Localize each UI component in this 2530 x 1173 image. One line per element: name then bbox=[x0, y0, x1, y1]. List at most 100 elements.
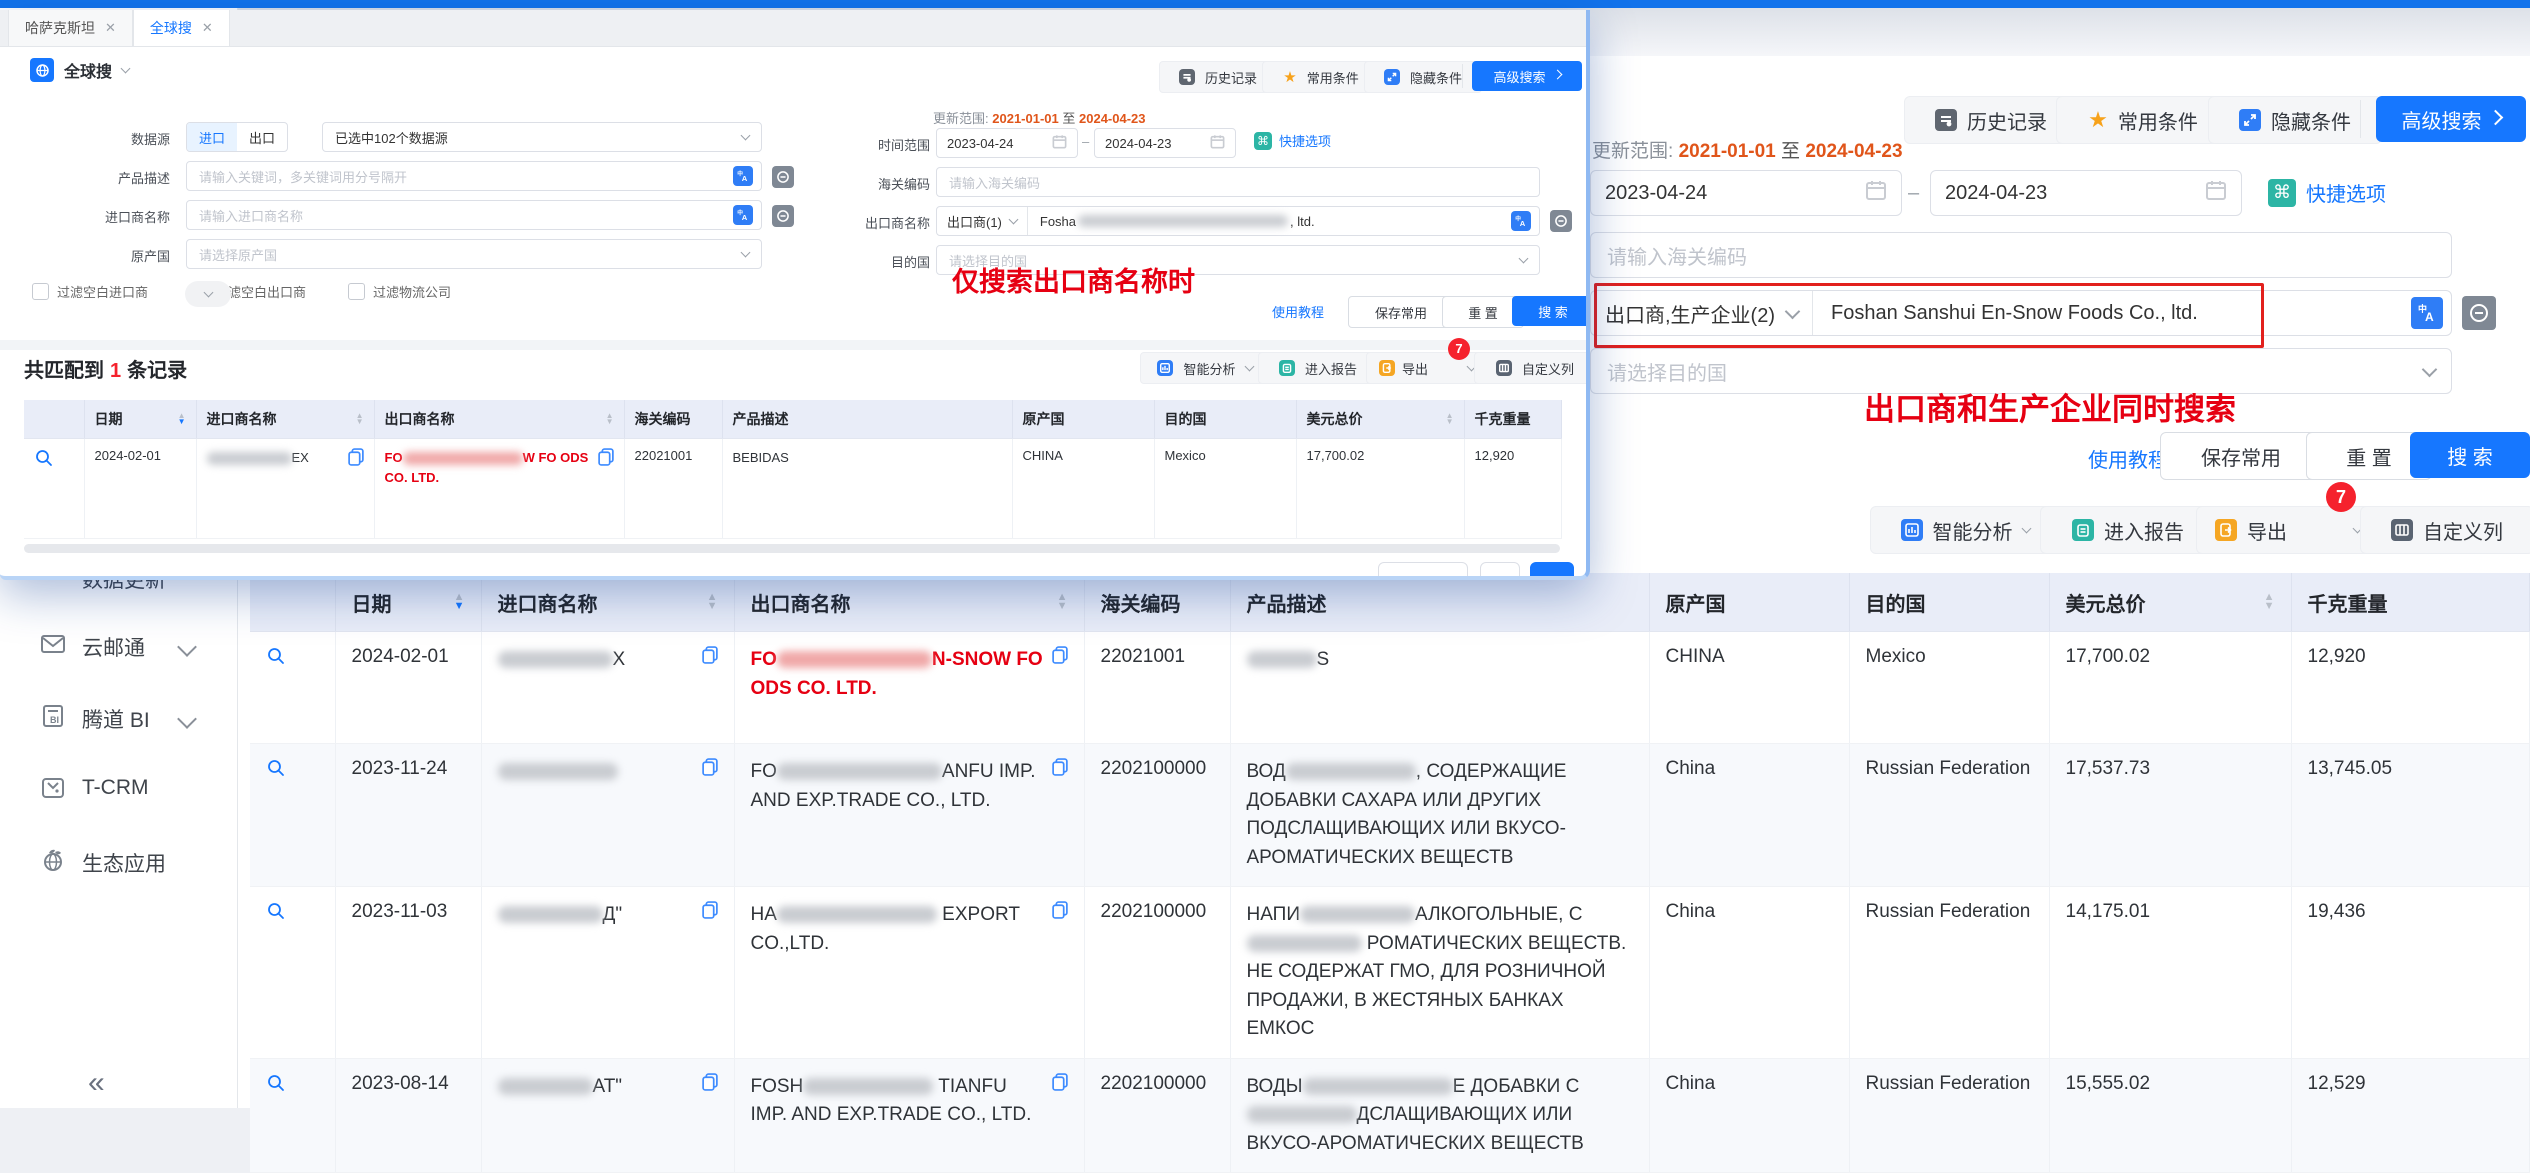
search-button[interactable]: 搜 索 bbox=[1512, 296, 1590, 326]
sidebar-collapse-icon[interactable]: « bbox=[88, 1066, 101, 1100]
pagination-partial[interactable] bbox=[1480, 562, 1520, 580]
sort-icons[interactable]: ▲▼ bbox=[178, 413, 186, 426]
translate-icon[interactable]: 中A bbox=[733, 166, 753, 186]
column-header[interactable]: 进口商名称▲▼ bbox=[196, 400, 374, 439]
quick-options-link[interactable]: ⌘ 快捷选项 bbox=[1254, 131, 1331, 150]
smart-analysis-button[interactable]: 智能分析 bbox=[1870, 506, 2060, 554]
horizontal-scrollbar[interactable] bbox=[24, 544, 1560, 553]
importer-name-input[interactable]: 请输入进口商名称 中A bbox=[186, 200, 762, 230]
calendar-icon[interactable] bbox=[2205, 179, 2227, 207]
column-header[interactable]: 出口商名称▲▼ bbox=[374, 400, 624, 439]
copy-icon[interactable] bbox=[702, 646, 718, 670]
sort-icons[interactable]: ▲▼ bbox=[1057, 593, 1068, 611]
tab-global-search[interactable]: 全球搜 ✕ bbox=[133, 10, 230, 46]
import-toggle[interactable]: 进口 bbox=[187, 123, 237, 151]
history-button[interactable]: 历史记录 bbox=[1159, 61, 1277, 93]
close-icon[interactable]: ✕ bbox=[105, 20, 116, 36]
expand-form-button[interactable] bbox=[185, 281, 231, 307]
sidebar-item-t-crm[interactable]: T-CRM bbox=[0, 772, 237, 806]
copy-icon[interactable] bbox=[1052, 901, 1068, 925]
translate-icon[interactable]: 中A bbox=[733, 205, 753, 225]
date-from-input[interactable]: 2023-04-24 bbox=[936, 128, 1078, 158]
datasource-direction-toggle[interactable]: 进口 出口 bbox=[186, 122, 288, 152]
row-search-icon[interactable] bbox=[34, 448, 54, 468]
hide-conditions-button[interactable]: 隐藏条件 bbox=[2208, 96, 2382, 144]
row-search-icon[interactable] bbox=[266, 1073, 286, 1093]
product-desc-input[interactable]: 请输入关键词，多关键词用分号隔开 中A bbox=[186, 161, 762, 191]
export-button[interactable]: 导出 bbox=[1366, 352, 1488, 384]
date-to-input[interactable]: 2024-04-23 bbox=[1930, 170, 2242, 216]
filter-blank-importer-checkbox[interactable]: 过滤空白进口商 bbox=[32, 282, 148, 301]
copy-icon[interactable] bbox=[702, 901, 718, 925]
row-search-icon[interactable] bbox=[266, 758, 286, 778]
calendar-icon[interactable] bbox=[1210, 134, 1225, 152]
sort-icons[interactable]: ▲▼ bbox=[454, 593, 465, 611]
copy-icon[interactable] bbox=[1052, 758, 1068, 782]
column-header[interactable]: 进口商名称▲▼ bbox=[481, 573, 734, 632]
exclude-search-icon[interactable] bbox=[2462, 296, 2496, 330]
copy-icon[interactable] bbox=[598, 448, 614, 469]
column-header[interactable]: 美元总价▲▼ bbox=[1296, 400, 1464, 439]
translate-icon[interactable]: 中A bbox=[2411, 297, 2443, 329]
sort-icons[interactable]: ▲▼ bbox=[707, 593, 718, 611]
exclude-search-icon[interactable] bbox=[1550, 210, 1572, 232]
export-button[interactable]: 导出 bbox=[2196, 506, 2380, 554]
calendar-icon[interactable] bbox=[1052, 134, 1067, 152]
copy-icon[interactable] bbox=[348, 448, 364, 469]
pagination-current-page[interactable] bbox=[1530, 562, 1574, 580]
smart-analysis-button[interactable]: 智能分析 bbox=[1140, 352, 1270, 384]
history-button[interactable]: 历史记录 bbox=[1904, 96, 2078, 144]
filter-logistics-checkbox[interactable]: 过滤物流公司 bbox=[348, 282, 451, 301]
tab-kazakhstan[interactable]: 哈萨克斯坦 ✕ bbox=[8, 10, 133, 46]
advanced-search-button[interactable]: 高级搜索 bbox=[2376, 96, 2526, 142]
tutorial-link[interactable]: 使用教程 bbox=[1272, 302, 1324, 321]
custom-columns-button[interactable]: 自定义列 bbox=[1474, 352, 1590, 384]
sidebar-item-eco-apps[interactable]: 生态应用 bbox=[0, 844, 237, 878]
sort-icons[interactable]: ▲▼ bbox=[1446, 413, 1454, 426]
column-header[interactable]: 日期▲▼ bbox=[84, 400, 196, 439]
row-search-icon[interactable] bbox=[266, 901, 286, 921]
sort-icons[interactable]: ▲▼ bbox=[356, 413, 364, 426]
export-toggle[interactable]: 出口 bbox=[237, 123, 287, 151]
search-button[interactable]: 搜 索 bbox=[2410, 432, 2530, 478]
exporter-field[interactable]: 出口商(1) Fosha , ltd. 中A bbox=[936, 206, 1540, 236]
close-icon[interactable]: ✕ bbox=[202, 20, 213, 36]
copy-icon[interactable] bbox=[702, 758, 718, 782]
sort-icons[interactable]: ▲▼ bbox=[606, 413, 614, 426]
custom-columns-button[interactable]: 自定义列 bbox=[2360, 506, 2530, 554]
column-header[interactable]: 出口商名称▲▼ bbox=[734, 573, 1084, 632]
hide-conditions-button[interactable]: 隐藏条件 bbox=[1364, 61, 1482, 93]
calendar-icon[interactable] bbox=[1865, 179, 1887, 207]
page-title[interactable]: 全球搜 bbox=[30, 58, 129, 82]
quick-options-link[interactable]: ⌘ 快捷选项 bbox=[2268, 178, 2386, 207]
frequent-conditions-button[interactable]: ★ 常用条件 bbox=[2056, 96, 2230, 144]
advanced-search-button[interactable]: 高级搜索 bbox=[1472, 61, 1582, 91]
sort-icons[interactable]: ▲▼ bbox=[2264, 593, 2275, 611]
hs-code-input[interactable]: 请输入海关编码 bbox=[936, 167, 1540, 197]
frequent-conditions-button[interactable]: ★ 常用条件 bbox=[1262, 61, 1380, 93]
sidebar-item-tendata-bi[interactable]: BI 腾道 BI bbox=[0, 700, 237, 734]
copy-icon[interactable] bbox=[1052, 1073, 1068, 1097]
save-frequent-button[interactable]: 保存常用 bbox=[2160, 432, 2322, 480]
exclude-search-icon[interactable] bbox=[772, 205, 794, 227]
row-search-icon[interactable] bbox=[266, 646, 286, 666]
exclude-search-icon[interactable] bbox=[772, 166, 794, 188]
exporter-type-select[interactable]: 出口商(1) bbox=[937, 207, 1028, 235]
enter-report-button[interactable]: 进入报告 bbox=[2040, 506, 2216, 554]
date-to-input[interactable]: 2024-04-23 bbox=[1094, 128, 1236, 158]
tutorial-link[interactable]: 使用教程 bbox=[2088, 444, 2168, 473]
origin-country-select[interactable]: 请选择原产国 bbox=[186, 239, 762, 269]
datasource-select[interactable]: 已选中102个数据源 bbox=[322, 122, 762, 152]
pagination-partial[interactable] bbox=[1378, 562, 1468, 580]
copy-icon[interactable] bbox=[1052, 646, 1068, 670]
enter-report-button[interactable]: 进入报告 bbox=[1258, 352, 1378, 384]
chevron-down-icon bbox=[1244, 361, 1254, 371]
date-from-input[interactable]: 2023-04-24 bbox=[1590, 170, 1902, 216]
hs-code-input[interactable]: 请输入海关编码 bbox=[1590, 232, 2452, 278]
copy-icon[interactable] bbox=[702, 1073, 718, 1097]
column-header[interactable]: 日期▲▼ bbox=[335, 573, 481, 632]
translate-icon[interactable]: 中A bbox=[1511, 211, 1531, 231]
column-header[interactable]: 美元总价▲▼ bbox=[2049, 573, 2291, 632]
save-frequent-button[interactable]: 保存常用 bbox=[1348, 296, 1454, 328]
sidebar-item-cloud-mail[interactable]: 云邮通 bbox=[0, 628, 237, 662]
